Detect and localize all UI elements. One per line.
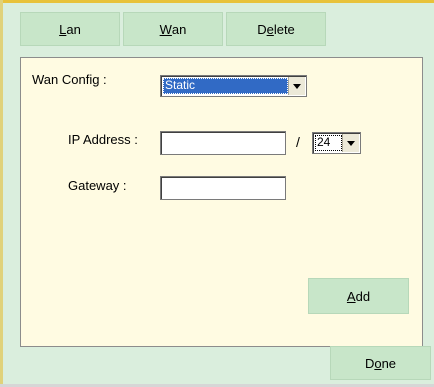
done-button-mnemonic: o (374, 355, 382, 371)
ip-address-input[interactable] (160, 131, 286, 155)
tab-lan-label-post: an (66, 21, 81, 37)
tab-wan-label-post: an (171, 21, 187, 37)
ip-prefix-separator: / (296, 134, 300, 150)
wan-config-select[interactable]: Static (160, 75, 307, 97)
add-button-label-post: dd (355, 288, 371, 304)
chevron-down-icon[interactable] (288, 77, 305, 95)
tab-delete[interactable]: De lete (226, 12, 326, 46)
window-top-border (0, 0, 434, 3)
tab-lan-mnemonic: L (59, 21, 67, 37)
wan-config-label: Wan Config : (32, 72, 107, 87)
tab-delete-label-pre: D (257, 21, 267, 37)
done-button[interactable]: Do ne (330, 346, 431, 380)
done-button-label-pre: D (364, 355, 375, 371)
ip-prefix-value: 24 (315, 135, 342, 151)
tab-lan[interactable]: Lan (20, 12, 120, 46)
wan-config-panel: Wan Config : Static IP Address : / 24 Ga… (20, 57, 423, 347)
add-button[interactable]: Add (308, 278, 409, 314)
tab-wan-mnemonic: W (159, 21, 172, 37)
window-left-border (0, 0, 3, 387)
ip-address-label: IP Address : (68, 132, 138, 147)
ip-prefix-select[interactable]: 24 (312, 132, 361, 154)
done-button-label-post: ne (381, 355, 397, 371)
add-button-mnemonic: A (346, 288, 356, 304)
tab-wan[interactable]: Wan (123, 12, 223, 46)
wan-config-selected-value: Static (163, 78, 288, 94)
chevron-down-icon[interactable] (342, 134, 359, 152)
tab-delete-mnemonic: e (266, 21, 274, 37)
tab-delete-label-post: lete (273, 21, 295, 37)
gateway-label: Gateway : (68, 178, 127, 193)
gateway-input[interactable] (160, 176, 286, 200)
